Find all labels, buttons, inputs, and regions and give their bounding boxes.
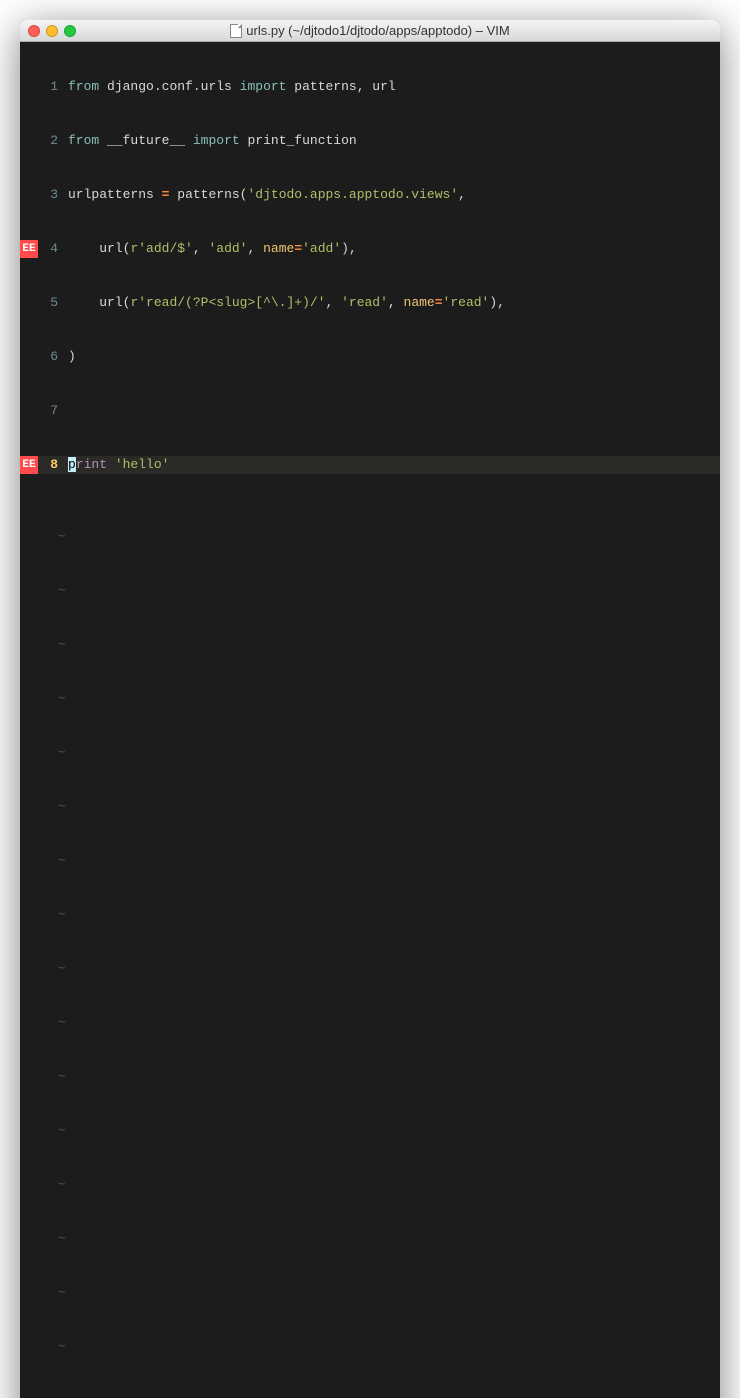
tilde-icon: ~ [38,960,66,978]
tilde-icon: ~ [38,1122,66,1140]
line-number: 7 [38,402,62,420]
tilde-icon: ~ [38,582,66,600]
code-line: urlpatterns = patterns('djtodo.apps.appt… [62,186,466,204]
tilde-icon: ~ [38,798,66,816]
line-number: 2 [38,132,62,150]
line-number: 6 [38,348,62,366]
minimize-icon[interactable] [46,25,58,37]
tilde-icon: ~ [38,852,66,870]
titlebar: urls.py (~/djtodo1/djtodo/apps/apptodo) … [20,20,720,42]
window-title-text: urls.py (~/djtodo1/djtodo/apps/apptodo) … [246,23,509,38]
document-icon [230,24,242,38]
tilde-icon: ~ [38,1014,66,1032]
sign-column [20,348,38,366]
window-title: urls.py (~/djtodo1/djtodo/apps/apptodo) … [20,23,720,38]
tilde-icon: ~ [38,1284,66,1302]
line-number: 1 [38,78,62,96]
line-number: 3 [38,186,62,204]
sign-column [20,294,38,312]
code-line: ) [62,348,76,366]
sign-column [20,78,38,96]
error-sign-icon: EE [20,456,38,474]
tilde-icon: ~ [38,636,66,654]
code-line: from __future__ import print_function [62,132,357,150]
tilde-icon: ~ [38,1338,66,1356]
line-number: 4 [38,240,62,258]
tilde-icon: ~ [38,1176,66,1194]
code-line [62,402,68,420]
tilde-icon: ~ [38,528,66,546]
code-line: url(r'read/(?P<slug>[^\.]+)/', 'read', n… [62,294,505,312]
code-line: url(r'add/$', 'add', name='add'), [62,240,357,258]
close-icon[interactable] [28,25,40,37]
line-number: 5 [38,294,62,312]
tilde-icon: ~ [38,1068,66,1086]
cursor: p [68,457,76,472]
editor-pane[interactable]: 1 from django.conf.urls import patterns,… [20,42,720,1398]
tilde-icon: ~ [38,690,66,708]
vim-window: urls.py (~/djtodo1/djtodo/apps/apptodo) … [20,20,720,1398]
sign-column [20,132,38,150]
line-number-current: 8 [38,456,62,474]
window-controls [28,25,76,37]
error-sign-icon: EE [20,240,38,258]
code-line-current: print 'hello' [62,456,169,474]
tilde-icon: ~ [38,1230,66,1248]
sign-column [20,402,38,420]
tilde-icon: ~ [38,1392,66,1398]
code-line: from django.conf.urls import patterns, u… [62,78,396,96]
zoom-icon[interactable] [64,25,76,37]
sign-column [20,186,38,204]
tilde-icon: ~ [38,744,66,762]
tilde-icon: ~ [38,906,66,924]
